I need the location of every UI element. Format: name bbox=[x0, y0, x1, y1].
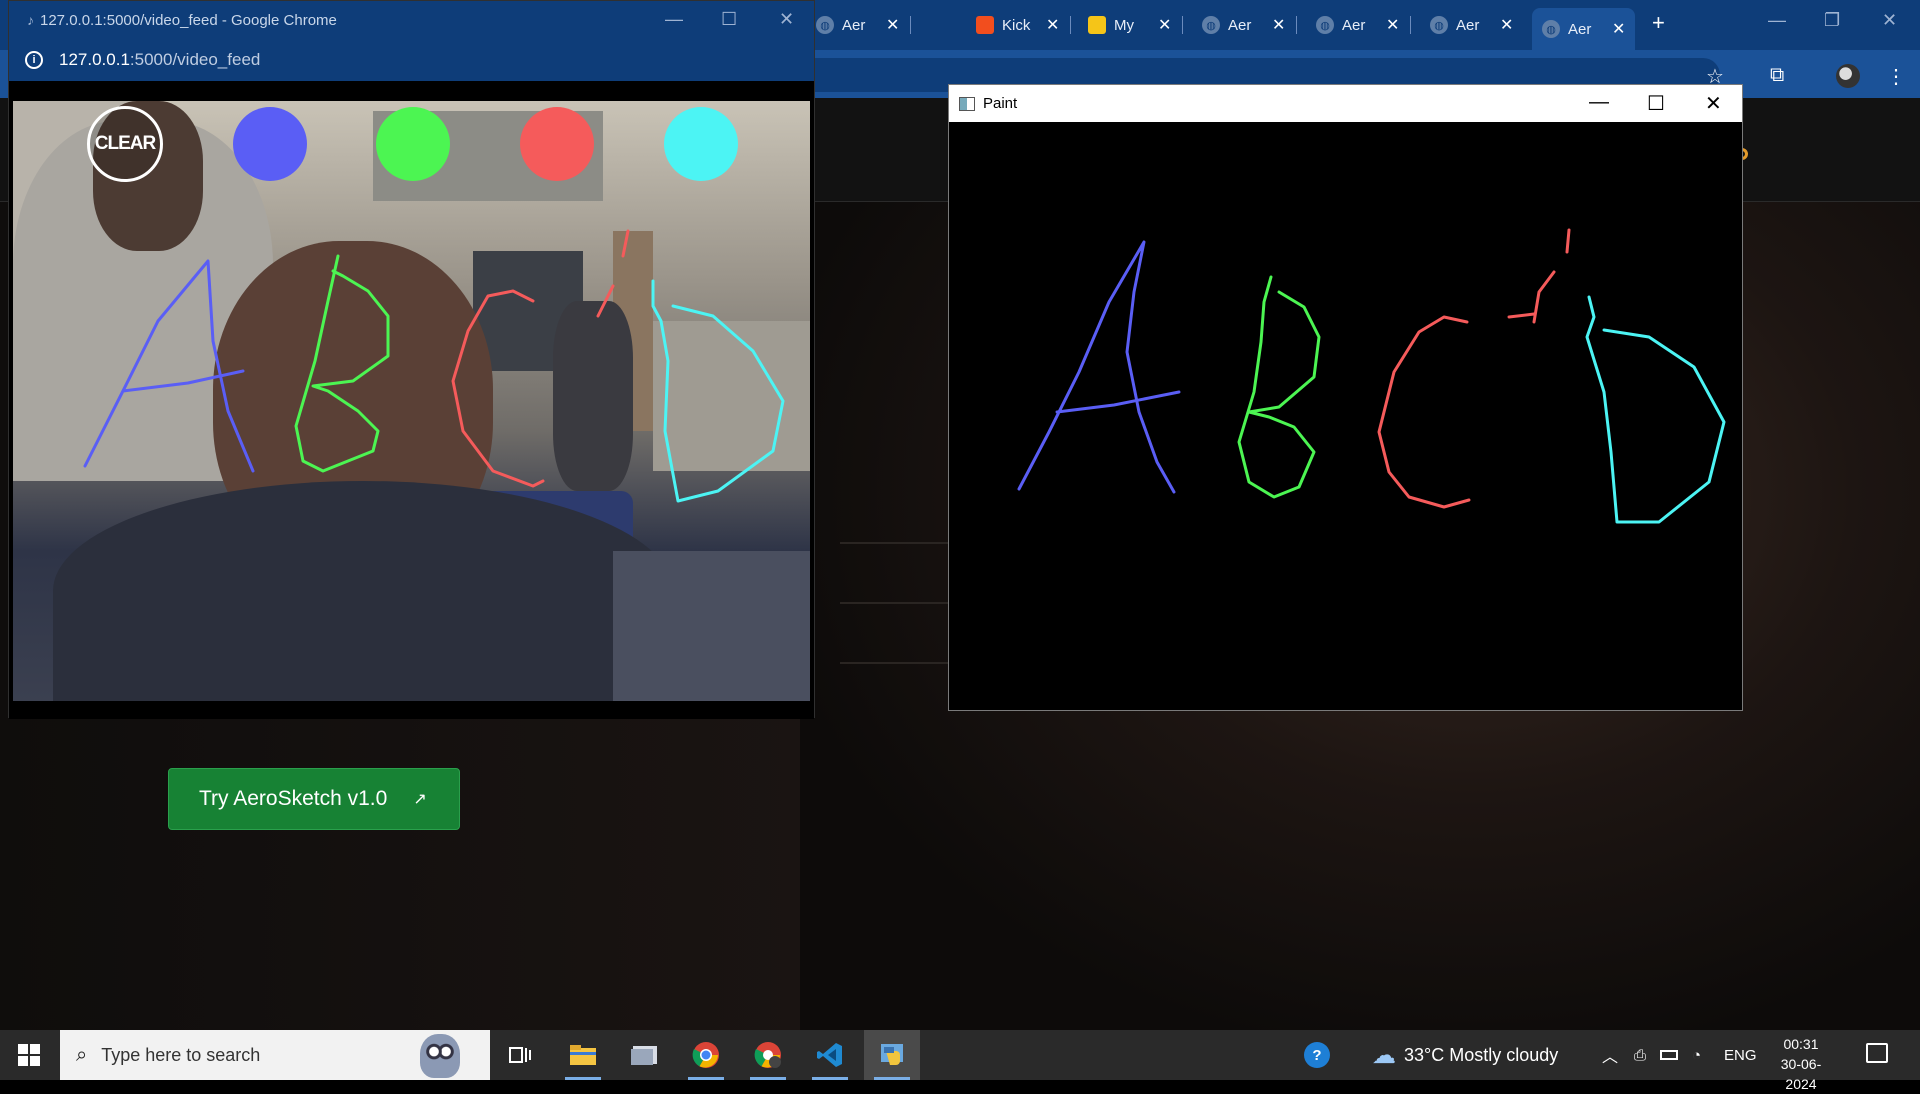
chevron-up-icon: ︿ bbox=[1602, 1049, 1619, 1066]
info-icon[interactable]: i bbox=[25, 51, 43, 69]
tab-close-icon[interactable]: ✕ bbox=[1158, 15, 1171, 35]
chrome-profile-button[interactable] bbox=[740, 1030, 796, 1080]
tab-close-icon[interactable]: ✕ bbox=[1500, 15, 1513, 35]
chrome-icon bbox=[692, 1042, 719, 1068]
chrome-profile-icon bbox=[754, 1042, 781, 1068]
video-window-titlebar[interactable]: ♪ 127.0.0.1:5000/video_feed - Google Chr… bbox=[9, 1, 814, 39]
globe-icon: ◍ bbox=[816, 16, 834, 34]
tab-kick[interactable]: Kick ✕ bbox=[976, 8, 1072, 42]
webcam-feed: CLEAR bbox=[13, 101, 810, 701]
help-tray-button[interactable]: ? bbox=[1304, 1030, 1330, 1080]
close-icon[interactable]: ✕ bbox=[1882, 10, 1897, 31]
maximize-icon[interactable]: ☐ bbox=[1647, 91, 1665, 116]
paint-app-icon bbox=[959, 96, 975, 111]
globe-icon: ◍ bbox=[1430, 16, 1448, 34]
green-color-button[interactable] bbox=[376, 107, 450, 181]
python-app-button[interactable] bbox=[864, 1030, 920, 1080]
tab-close-icon[interactable]: ✕ bbox=[1386, 15, 1399, 35]
tab-close-icon[interactable]: ✕ bbox=[1272, 15, 1285, 35]
python-icon bbox=[881, 1044, 903, 1065]
wifi-icon: ◔ bbox=[1692, 1046, 1702, 1064]
start-button[interactable] bbox=[0, 1030, 58, 1080]
battery-tray-icon[interactable] bbox=[1660, 1030, 1678, 1080]
figma-icon bbox=[976, 16, 994, 34]
letter-a-stroke bbox=[1017, 240, 1181, 494]
minimize-icon[interactable]: — bbox=[665, 9, 683, 30]
tab-my[interactable]: My ✕ bbox=[1088, 8, 1184, 42]
tab-aer-3[interactable]: ◍ Aer ✕ bbox=[1316, 8, 1412, 42]
close-icon[interactable]: ✕ bbox=[1705, 91, 1722, 116]
video-address-bar[interactable]: i 127.0.0.1:5000/video_feed bbox=[9, 39, 814, 81]
wifi-tray-icon[interactable]: ◔ bbox=[1692, 1030, 1701, 1080]
taskbar-search-box[interactable]: ⌕ Type here to search bbox=[60, 1030, 490, 1080]
letter-c-stroke bbox=[1377, 315, 1471, 509]
audio-icon: ♪ bbox=[27, 12, 34, 28]
chrome-button[interactable] bbox=[678, 1030, 734, 1080]
mortarboard-icon bbox=[1088, 16, 1106, 34]
restore-icon[interactable]: ❐ bbox=[1824, 10, 1840, 31]
tab-aer-4[interactable]: ◍ Aer ✕ bbox=[1430, 8, 1513, 42]
profile-avatar[interactable] bbox=[1836, 64, 1860, 88]
task-view-button[interactable] bbox=[492, 1030, 548, 1080]
letter-b-stroke bbox=[1237, 275, 1321, 499]
video-feed-window: ♪ 127.0.0.1:5000/video_feed - Google Chr… bbox=[8, 0, 815, 719]
video-body: CLEAR bbox=[9, 81, 814, 719]
letter-d-stroke bbox=[1585, 295, 1726, 524]
minimize-icon[interactable]: — bbox=[1589, 91, 1609, 114]
new-tab-button[interactable]: + bbox=[1652, 10, 1665, 36]
extensions-icon[interactable]: ⧉ bbox=[1770, 64, 1784, 87]
system-clock[interactable]: 00:31 30-06-2024 bbox=[1766, 1034, 1836, 1094]
task-view-icon bbox=[509, 1047, 531, 1063]
globe-icon: ◍ bbox=[1202, 16, 1220, 34]
paint-window: Paint — ☐ ✕ bbox=[948, 84, 1743, 711]
clear-canvas-button[interactable]: CLEAR bbox=[87, 106, 163, 182]
vscode-icon bbox=[817, 1043, 842, 1067]
tab-close-icon[interactable]: ✕ bbox=[1612, 19, 1625, 39]
red-color-button[interactable] bbox=[520, 107, 594, 181]
windows-taskbar: ⌕ Type here to search ? ☁ 33°C Mostly cl… bbox=[0, 1030, 1920, 1092]
battery-icon bbox=[1660, 1050, 1678, 1060]
paint-canvas[interactable] bbox=[949, 122, 1742, 710]
usb-tray-icon[interactable]: ⎙ bbox=[1634, 1030, 1646, 1080]
weather-widget[interactable]: ☁ 33°C Mostly cloudy bbox=[1372, 1030, 1558, 1080]
notification-center-icon[interactable] bbox=[1866, 1043, 1888, 1063]
search-highlight-icon bbox=[420, 1034, 460, 1078]
globe-icon: ◍ bbox=[1316, 16, 1334, 34]
language-indicator[interactable]: ENG bbox=[1724, 1030, 1757, 1080]
try-aerosketch-button[interactable]: Try AeroSketch v1.0 ↗ bbox=[168, 768, 460, 830]
paint-titlebar[interactable]: Paint — ☐ ✕ bbox=[949, 85, 1742, 122]
menu-icon[interactable]: ⋮ bbox=[1886, 64, 1906, 89]
file-explorer-button[interactable] bbox=[555, 1030, 611, 1080]
show-hidden-icons-button[interactable]: ︿ bbox=[1602, 1030, 1618, 1080]
cyan-color-button[interactable] bbox=[664, 107, 738, 181]
maximize-icon[interactable]: ☐ bbox=[721, 9, 737, 30]
blue-color-button[interactable] bbox=[233, 107, 307, 181]
letter-c-extra-stroke bbox=[1507, 228, 1571, 324]
usb-icon: ⎙ bbox=[1634, 1046, 1647, 1064]
tab-active[interactable]: ◍ Aer ✕ bbox=[1532, 8, 1636, 50]
globe-icon: ◍ bbox=[1542, 20, 1560, 38]
vscode-button[interactable] bbox=[802, 1030, 858, 1080]
cloud-icon: ☁ bbox=[1372, 1041, 1396, 1069]
close-icon[interactable]: ✕ bbox=[779, 9, 794, 30]
tab-aer-1[interactable]: ◍ Aer ✕ bbox=[816, 8, 912, 42]
tab-close-icon[interactable]: ✕ bbox=[886, 15, 899, 35]
folder-icon bbox=[570, 1045, 596, 1065]
windows-logo-icon bbox=[18, 1044, 40, 1066]
help-icon: ? bbox=[1304, 1042, 1330, 1068]
photos-button[interactable] bbox=[616, 1030, 672, 1080]
air-drawing-overlay bbox=[83, 229, 785, 503]
tab-aer-2[interactable]: ◍ Aer ✕ bbox=[1202, 8, 1298, 42]
tab-close-icon[interactable]: ✕ bbox=[1046, 15, 1059, 35]
photos-icon bbox=[631, 1046, 657, 1065]
drawn-letters bbox=[1017, 228, 1726, 524]
minimize-icon[interactable]: — bbox=[1768, 10, 1786, 31]
external-link-icon: ↗ bbox=[413, 791, 427, 808]
search-icon: ⌕ bbox=[76, 1043, 88, 1066]
